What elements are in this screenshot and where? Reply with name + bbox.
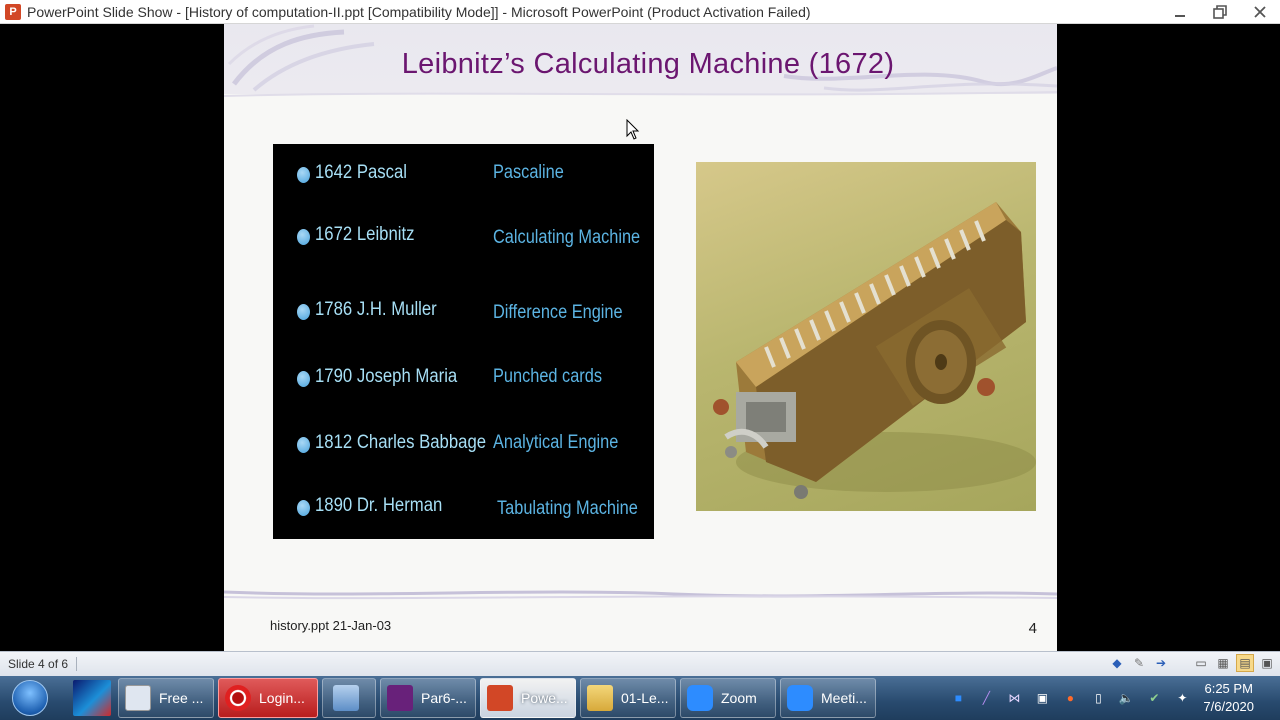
pinned-app[interactable] (70, 678, 114, 718)
close-button[interactable] (1240, 0, 1280, 24)
taskbar-item[interactable]: Login... (218, 678, 318, 718)
taskbar-item-label: Zoom (721, 690, 757, 706)
zoom-icon (787, 685, 813, 711)
taskbar-item-label: 01-Le... (621, 690, 669, 706)
folder-icon (587, 685, 613, 711)
slide-number: 4 (1028, 620, 1037, 637)
bullet-icon (297, 500, 310, 516)
system-clock[interactable]: 6:25 PM 7/6/2020 (1203, 680, 1254, 716)
slide-footer: history.ppt 21-Jan-03 (270, 618, 392, 633)
timeline-year-inventor: 1672 Leibnitz (315, 224, 415, 245)
close-icon (1254, 6, 1266, 18)
bullet-icon (297, 167, 310, 183)
pen-tray-icon[interactable]: ╱ (975, 687, 997, 709)
taskbar-item-label: Login... (259, 690, 305, 706)
slide-indicator: Slide 4 of 6 (8, 657, 78, 671)
bullet-icon (297, 304, 310, 320)
calculating-machine-illustration (713, 202, 1036, 499)
timeline-row: 1642 Pascal Pascaline (273, 160, 654, 188)
restore-button[interactable] (1200, 0, 1240, 24)
reading-view-button[interactable]: ▤ (1236, 654, 1254, 672)
slide-title: Leibnitz’s Calculating Machine (1672) (401, 48, 895, 80)
zoom-tray-icon[interactable]: ■ (947, 687, 969, 709)
timeline-row: 1790 Joseph Maria Punched cards (273, 364, 654, 392)
usb-tray-icon[interactable]: ▯ (1087, 687, 1109, 709)
taskbar-item[interactable]: Par6-... (380, 678, 476, 718)
mouse-cursor-icon (626, 119, 640, 140)
powerpoint-app-icon[interactable]: P (5, 3, 21, 20)
timeline-invention: Calculating Machine (493, 227, 641, 248)
system-tray: ■ ╱ ⋈ ▣ ● ▯ 🔈 ✔ ✦ 6:25 PM 7/6/2020 (941, 676, 1280, 720)
timeline-year-inventor: 1790 Joseph Maria (315, 366, 458, 387)
slide[interactable]: Leibnitz’s Calculating Machine (1672) 16… (224, 24, 1057, 651)
timeline-invention: Analytical Engine (493, 432, 619, 453)
windows-logo-icon (12, 680, 48, 716)
timeline-panel: 1642 Pascal Pascaline 1672 Leibnitz Calc… (273, 144, 654, 539)
timeline-row: 1672 Leibnitz Calculating Machine (273, 222, 654, 250)
window-title: PowerPoint Slide Show - [History of comp… (27, 3, 811, 20)
opera-icon (225, 685, 251, 711)
taskbar-item-label: Powe... (521, 690, 568, 706)
visual-studio-tray-icon[interactable]: ⋈ (1003, 687, 1025, 709)
restore-icon (1213, 5, 1227, 19)
next-slide-button[interactable]: ➔ (1152, 654, 1170, 672)
timeline-invention: Tabulating Machine (497, 498, 638, 519)
keyboard-icon (125, 685, 151, 711)
keyboard-icon (333, 685, 359, 711)
clock-date: 7/6/2020 (1203, 699, 1254, 714)
slide-show-stage[interactable]: Leibnitz’s Calculating Machine (1672) 16… (0, 24, 1280, 651)
bullet-icon (297, 437, 310, 453)
timeline-invention: Punched cards (493, 366, 603, 387)
slide-sorter-view-button[interactable]: ▦ (1214, 654, 1232, 672)
powerpoint-icon (487, 685, 513, 711)
taskbar: Free ... Login... Par6-... Powe... 01-Le… (0, 676, 1280, 720)
taskbar-item[interactable]: Zoom (680, 678, 776, 718)
device-tray-icon[interactable]: ▣ (1031, 687, 1053, 709)
taskbar-item-label: Par6-... (421, 690, 467, 706)
bullet-icon (297, 229, 310, 245)
timeline-year-inventor: 1890 Dr. Herman (315, 495, 443, 516)
timeline-row: 1812 Charles Babbage Analytical Engine (273, 430, 654, 458)
status-bar: Slide 4 of 6 ◆ ✎ ➔ ▭ ▦ ▤ ▣ (0, 651, 1280, 676)
clock-time: 6:25 PM (1204, 681, 1253, 696)
normal-view-button[interactable]: ▭ (1192, 654, 1210, 672)
start-button[interactable] (8, 676, 52, 720)
timeline-year-inventor: 1812 Charles Babbage (315, 432, 487, 453)
calculating-machine-photo (696, 162, 1036, 511)
taskbar-item[interactable] (322, 678, 376, 718)
security-tray-icon[interactable]: ● (1059, 687, 1081, 709)
window-title-bar: P PowerPoint Slide Show - [History of co… (0, 0, 1280, 24)
timeline-invention: Difference Engine (493, 302, 623, 323)
taskbar-item-label: Free ... (159, 690, 204, 706)
visual-studio-icon (387, 685, 413, 711)
dropbox-icon[interactable]: ✦ (1171, 687, 1193, 709)
bullet-icon (297, 371, 310, 387)
previous-slide-button[interactable]: ◆ (1108, 654, 1126, 672)
taskbar-item-label: Meeti... (821, 690, 867, 706)
taskbar-item[interactable]: Free ... (118, 678, 214, 718)
pen-menu-button[interactable]: ✎ (1130, 654, 1148, 672)
network-icon[interactable]: ✔ (1143, 687, 1165, 709)
app-icon (73, 680, 111, 716)
zoom-icon (687, 685, 713, 711)
footer-decorative-line (224, 590, 1057, 600)
timeline-year-inventor: 1642 Pascal (315, 162, 408, 183)
minimize-icon (1175, 15, 1185, 17)
timeline-invention: Pascaline (493, 162, 564, 183)
slide-show-view-button[interactable]: ▣ (1258, 654, 1276, 672)
window-controls (1160, 0, 1280, 24)
taskbar-item[interactable]: Powe... (480, 678, 576, 718)
taskbar-item[interactable]: Meeti... (780, 678, 876, 718)
taskbar-item[interactable]: 01-Le... (580, 678, 676, 718)
timeline-year-inventor: 1786 J.H. Muller (315, 299, 437, 320)
volume-icon[interactable]: 🔈 (1115, 687, 1137, 709)
timeline-row: 1786 J.H. Muller Difference Engine (273, 297, 654, 325)
minimize-button[interactable] (1160, 0, 1200, 24)
status-bar-controls: ◆ ✎ ➔ ▭ ▦ ▤ ▣ (1108, 654, 1276, 672)
timeline-row: 1890 Dr. Herman Tabulating Machine (273, 493, 654, 521)
